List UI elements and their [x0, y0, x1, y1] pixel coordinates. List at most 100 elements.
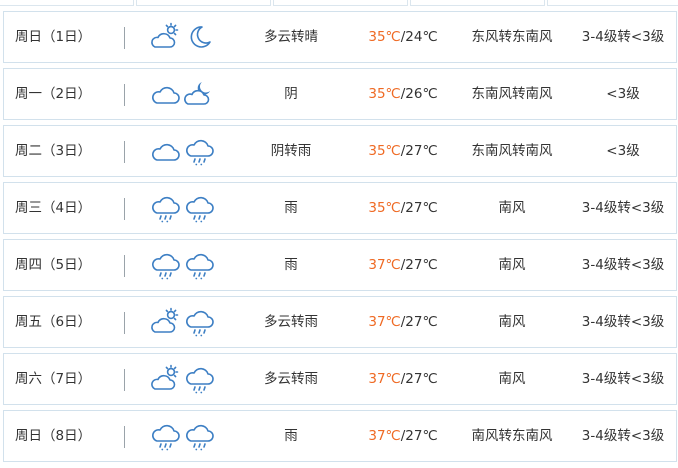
cloud-icon	[149, 135, 181, 167]
tab-stub[interactable]	[410, 0, 545, 6]
forecast-condition: 多云转雨	[264, 371, 318, 387]
forecast-day: 周四（5日）	[15, 257, 92, 273]
forecast-day: 周日（1日）	[15, 29, 92, 45]
column-separator	[124, 312, 125, 334]
temp-high: 35℃	[368, 200, 401, 216]
forecast-condition: 多云转晴	[264, 29, 318, 45]
forecast-condition: 阴转雨	[270, 143, 312, 159]
column-separator	[124, 426, 125, 448]
forecast-condition: 雨	[284, 257, 298, 273]
tab-stub[interactable]	[273, 0, 408, 6]
weather-icons	[149, 192, 215, 224]
forecast-day: 周日（8日）	[15, 428, 92, 444]
rain-icon	[183, 306, 215, 338]
forecast-wind-level: 3-4级转<3级	[581, 29, 665, 45]
column-separator	[124, 198, 125, 220]
forecast-row: 周三（4日） 雨 35℃/27℃ 南风 3-4级转<3级	[3, 182, 677, 234]
rain-icon	[183, 363, 215, 395]
temp-low: /27℃	[400, 428, 438, 444]
weather-icons	[149, 363, 215, 395]
forecast-row: 周二（3日） 阴转雨 35℃/27℃ 东南风转南风 <3级	[3, 125, 677, 177]
temp-low: /27℃	[400, 314, 438, 330]
temp-high: 37℃	[368, 371, 401, 387]
temp-high: 37℃	[368, 314, 401, 330]
forecast-row: 周四（5日） 雨 37℃/27℃ 南风 3-4级转<3级	[3, 239, 677, 291]
rain-icon	[183, 135, 215, 167]
forecast-wind-level: 3-4级转<3级	[581, 314, 665, 330]
weather-icons	[149, 135, 215, 167]
forecast-day: 周三（4日）	[15, 200, 92, 216]
temp-high: 35℃	[368, 143, 401, 159]
temp-low: /27℃	[400, 371, 438, 387]
temp-high: 37℃	[368, 428, 401, 444]
forecast-wind-direction: 东南风转南风	[471, 143, 553, 159]
weather-icons	[149, 249, 215, 281]
forecast-temperature: 35℃/24℃	[348, 12, 458, 62]
forecast-temperature: 37℃/27℃	[348, 297, 458, 347]
forecast-temperature: 37℃/27℃	[348, 354, 458, 404]
column-separator	[124, 84, 125, 106]
forecast-row: 周六（7日） 多云转雨 37℃/27℃ 南风 3-4级转<3级	[3, 353, 677, 405]
forecast-wind-level: 3-4级转<3级	[581, 257, 665, 273]
weather-icons	[149, 306, 215, 338]
column-separator	[124, 141, 125, 163]
column-separator	[124, 255, 125, 277]
forecast-temperature: 37℃/27℃	[348, 240, 458, 290]
weather-icons	[149, 420, 215, 452]
rain-icon	[183, 249, 215, 281]
forecast-condition: 雨	[284, 428, 298, 444]
forecast-day: 周二（3日）	[15, 143, 92, 159]
column-separator	[124, 27, 125, 49]
temp-high: 35℃	[368, 29, 401, 45]
forecast-wind-level: <3级	[606, 143, 640, 159]
temp-low: /27℃	[400, 143, 438, 159]
tab-strip	[0, 0, 678, 6]
moon-icon	[183, 21, 215, 53]
forecast-wind-direction: 东风转东南风	[471, 29, 553, 45]
forecast-row: 周日（1日） 多云转晴 35℃/24℃ 东风转东南风 3-4级转<3级	[3, 11, 677, 63]
forecast-row: 周一（2日） 阴 35℃/26℃ 东南风转南风 <3级	[3, 68, 677, 120]
forecast-wind-level: <3级	[606, 86, 640, 102]
partly-cloudy-day-icon	[149, 306, 181, 338]
forecast-wind-direction: 南风	[498, 200, 526, 216]
forecast-wind-level: 3-4级转<3级	[581, 200, 665, 216]
weather-icons	[149, 78, 215, 110]
rain-icon	[149, 420, 181, 452]
forecast-temperature: 37℃/27℃	[348, 411, 458, 461]
forecast-row: 周五（6日） 多云转雨 37℃/27℃ 南风 3-4级转<3级	[3, 296, 677, 348]
temp-high: 37℃	[368, 257, 401, 273]
temp-low: /27℃	[400, 200, 438, 216]
forecast-condition: 雨	[284, 200, 298, 216]
tab-stub[interactable]	[547, 0, 678, 6]
tab-stub[interactable]	[136, 0, 271, 6]
temp-high: 35℃	[368, 86, 401, 102]
forecast-day: 周一（2日）	[15, 86, 92, 102]
partly-cloudy-day-icon	[149, 21, 181, 53]
forecast-wind-level: 3-4级转<3级	[581, 371, 665, 387]
forecast-wind-direction: 南风	[498, 371, 526, 387]
temp-low: /24℃	[400, 29, 438, 45]
forecast-wind-direction: 东南风转南风	[471, 86, 553, 102]
forecast-day: 周五（6日）	[15, 314, 92, 330]
forecast-wind-direction: 南风	[498, 257, 526, 273]
forecast-day: 周六（7日）	[15, 371, 92, 387]
forecast-list: 周日（1日） 多云转晴 35℃/24℃ 东风转东南风 3-4级转<3级 周一（2…	[3, 11, 677, 467]
forecast-wind-level: 3-4级转<3级	[581, 428, 665, 444]
forecast-wind-direction: 南风转东南风	[471, 428, 553, 444]
rain-icon	[183, 192, 215, 224]
weather-icons	[149, 21, 215, 53]
forecast-temperature: 35℃/27℃	[348, 183, 458, 233]
column-separator	[124, 369, 125, 391]
forecast-row: 周日（8日） 雨 37℃/27℃ 南风转东南风 3-4级转<3级	[3, 410, 677, 462]
tab-stub[interactable]	[0, 0, 134, 6]
forecast-temperature: 35℃/27℃	[348, 126, 458, 176]
forecast-wind-direction: 南风	[498, 314, 526, 330]
rain-icon	[183, 420, 215, 452]
cloud-icon	[149, 78, 181, 110]
forecast-temperature: 35℃/26℃	[348, 69, 458, 119]
partly-cloudy-night-icon	[183, 78, 215, 110]
forecast-condition: 阴	[284, 86, 298, 102]
partly-cloudy-day-icon	[149, 363, 181, 395]
temp-low: /27℃	[400, 257, 438, 273]
rain-icon	[149, 249, 181, 281]
